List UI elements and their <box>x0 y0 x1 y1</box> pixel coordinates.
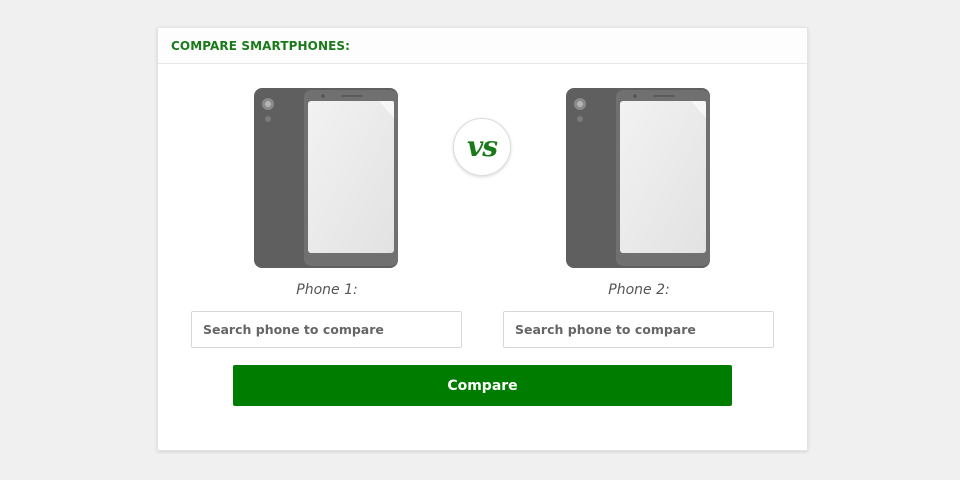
page-title: COMPARE SMARTPHONES: <box>171 38 351 53</box>
phone-2-search-input[interactable] <box>503 311 774 348</box>
phone-2-label: Phone 2: <box>608 282 670 298</box>
smartphone-icon <box>566 88 710 268</box>
phone-1-label: Phone 1: <box>296 282 358 298</box>
compare-button[interactable]: Compare <box>233 365 732 406</box>
phone-2-column: Phone 2: <box>503 88 775 348</box>
phone-1-column: Phone 1: <box>191 88 463 348</box>
card-header: COMPARE SMARTPHONES: <box>158 28 807 64</box>
vs-text: vs <box>466 129 498 163</box>
smartphone-icon <box>254 88 398 268</box>
phone-1-search-input[interactable] <box>191 311 462 348</box>
compare-card: COMPARE SMARTPHONES: Phone 1: vs <box>157 27 808 451</box>
